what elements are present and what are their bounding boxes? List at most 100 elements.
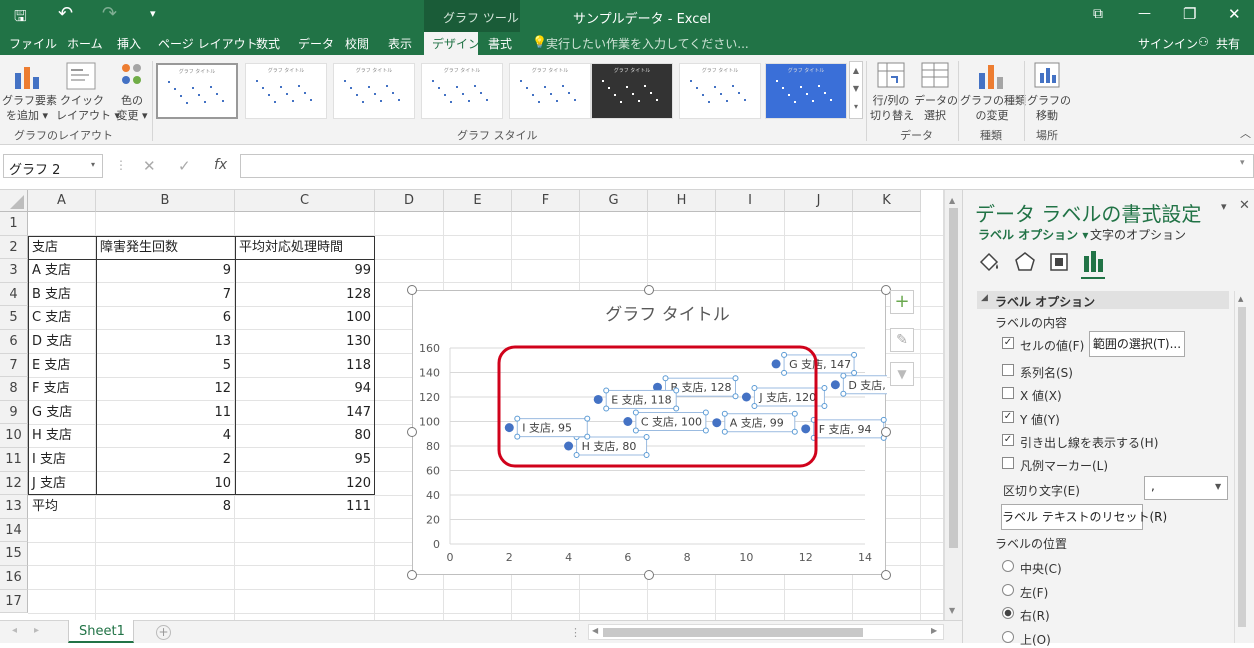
- share-icon[interactable]: ⚇: [1198, 35, 1209, 49]
- vertical-scrollbar[interactable]: ▲ ▼: [945, 190, 962, 620]
- hscroll-right-icon[interactable]: ▶: [931, 626, 937, 635]
- size-properties-icon[interactable]: [1047, 250, 1071, 274]
- data-label-handle[interactable]: [702, 409, 709, 416]
- table-cell[interactable]: 2: [96, 448, 235, 472]
- select-all-button[interactable]: [0, 190, 28, 212]
- tab-label-options[interactable]: ラベル オプション ▾: [978, 226, 1088, 243]
- column-header[interactable]: K: [853, 190, 921, 212]
- close-button[interactable]: ✕: [1228, 5, 1241, 23]
- column-header[interactable]: H: [648, 190, 716, 212]
- table-cell[interactable]: 94: [235, 377, 375, 401]
- chart-title[interactable]: グラフ タイトル: [605, 305, 729, 325]
- table-cell[interactable]: B 支店: [28, 283, 96, 307]
- data-label-handle[interactable]: [603, 405, 610, 412]
- data-label-handle[interactable]: [751, 403, 758, 409]
- data-point[interactable]: [771, 359, 781, 369]
- tab-format[interactable]: 書式: [488, 35, 512, 52]
- chart-style-thumb[interactable]: グラフ タイトル: [333, 63, 415, 119]
- row-header[interactable]: 14: [0, 518, 28, 543]
- resize-handle[interactable]: [881, 427, 891, 437]
- table-cell[interactable]: 130: [235, 330, 375, 354]
- hscroll-thumb[interactable]: [603, 628, 863, 637]
- table-cell[interactable]: 128: [235, 283, 375, 307]
- table-cell[interactable]: A 支店: [28, 259, 96, 283]
- data-label-handle[interactable]: [781, 369, 788, 376]
- ribbon-display-icon[interactable]: ⧉: [1093, 6, 1103, 22]
- data-label-handle[interactable]: [603, 387, 610, 394]
- chart-elements-button[interactable]: +: [890, 290, 914, 314]
- table-cell[interactable]: F 支店: [28, 377, 96, 401]
- table-cell[interactable]: 99: [235, 259, 375, 283]
- cell-value-checkbox[interactable]: ✓: [1002, 337, 1014, 349]
- data-label-handle[interactable]: [840, 372, 847, 379]
- chart-style-thumb[interactable]: グラフ タイトル: [591, 63, 673, 119]
- data-point[interactable]: [801, 424, 811, 434]
- row-header[interactable]: 15: [0, 542, 28, 566]
- table-cell[interactable]: H 支店: [28, 424, 96, 448]
- tab-home[interactable]: ホーム: [67, 35, 103, 52]
- customize-qat-icon[interactable]: ▾: [150, 7, 156, 20]
- data-label-handle[interactable]: [662, 375, 669, 382]
- data-label-handle[interactable]: [880, 416, 887, 423]
- data-label-handle[interactable]: [514, 433, 521, 440]
- data-label-handle[interactable]: [791, 410, 798, 417]
- row-header[interactable]: 13: [0, 495, 28, 519]
- chart-style-thumb[interactable]: グラフ タイトル: [421, 63, 503, 119]
- column-header[interactable]: A: [28, 190, 96, 212]
- redo-icon[interactable]: ↷: [102, 3, 117, 24]
- data-label-handle[interactable]: [732, 375, 739, 382]
- scroll-thumb[interactable]: [949, 208, 958, 548]
- chart-filters-button[interactable]: ▼: [890, 362, 914, 386]
- chart-style-thumb[interactable]: グラフ タイトル: [765, 63, 847, 119]
- column-header[interactable]: J: [785, 190, 853, 212]
- expand-formula-icon[interactable]: ▾: [1240, 158, 1245, 168]
- position-above-radio[interactable]: [1002, 631, 1014, 643]
- data-point[interactable]: [593, 394, 603, 404]
- average-cell[interactable]: 平均: [28, 495, 96, 519]
- reset-label-text-button[interactable]: ラベル テキストのリセット(R): [1001, 504, 1167, 530]
- table-cell[interactable]: 11: [96, 401, 235, 425]
- resize-handle[interactable]: [407, 285, 417, 295]
- table-cell[interactable]: I 支店: [28, 448, 96, 472]
- data-label-handle[interactable]: [721, 410, 728, 417]
- table-cell[interactable]: C 支店: [28, 306, 96, 330]
- row-header[interactable]: 7: [0, 353, 28, 378]
- row-header[interactable]: 17: [0, 589, 28, 614]
- row-header[interactable]: 16: [0, 566, 28, 590]
- scroll-down-icon[interactable]: ▼: [949, 606, 955, 615]
- column-header[interactable]: E: [444, 190, 512, 212]
- change-chart-type-button[interactable]: グラフの種類 の変更: [960, 93, 1026, 123]
- resize-handle[interactable]: [644, 285, 654, 295]
- chart-style-thumb[interactable]: グラフ タイトル: [245, 63, 327, 119]
- table-cell[interactable]: 118: [235, 354, 375, 378]
- add-sheet-button[interactable]: +: [156, 625, 171, 640]
- row-header[interactable]: 3: [0, 259, 28, 283]
- save-icon[interactable]: 🖫: [14, 6, 27, 31]
- enter-icon[interactable]: ✓: [178, 157, 191, 175]
- data-label-handle[interactable]: [840, 390, 847, 397]
- data-label-handle[interactable]: [643, 434, 650, 440]
- prev-sheet-icon[interactable]: ◂: [12, 625, 17, 636]
- tab-insert[interactable]: 挿入: [117, 35, 141, 52]
- y-value-checkbox[interactable]: ✓: [1002, 411, 1014, 423]
- series-name-checkbox[interactable]: [1002, 364, 1014, 376]
- undo-icon[interactable]: ↶: [58, 3, 73, 24]
- data-label-handle[interactable]: [791, 428, 798, 435]
- tab-view[interactable]: 表示: [388, 35, 412, 52]
- column-header[interactable]: D: [375, 190, 444, 212]
- legend-key-checkbox[interactable]: [1002, 457, 1014, 469]
- table-cell[interactable]: 10: [96, 472, 235, 496]
- data-label-handle[interactable]: [584, 415, 591, 422]
- sign-in-link[interactable]: サインイン: [1138, 35, 1198, 52]
- change-colors-button[interactable]: 色の 変更 ▾: [110, 93, 154, 123]
- horizontal-scrollbar[interactable]: ◀ ▶: [588, 624, 944, 640]
- data-label-handle[interactable]: [632, 409, 639, 416]
- hscroll-left-icon[interactable]: ◀: [592, 626, 598, 635]
- table-cell[interactable]: 5: [96, 354, 235, 378]
- tab-page-layout[interactable]: ページ レイアウト: [158, 35, 258, 52]
- table-header-cell[interactable]: 支店: [28, 236, 96, 260]
- collapse-ribbon-icon[interactable]: ︿: [1240, 125, 1251, 141]
- chart-style-thumb[interactable]: グラフ タイトル: [509, 63, 591, 119]
- table-cell[interactable]: 13: [96, 330, 235, 354]
- chart-style-thumb[interactable]: グラフ タイトル: [679, 63, 761, 119]
